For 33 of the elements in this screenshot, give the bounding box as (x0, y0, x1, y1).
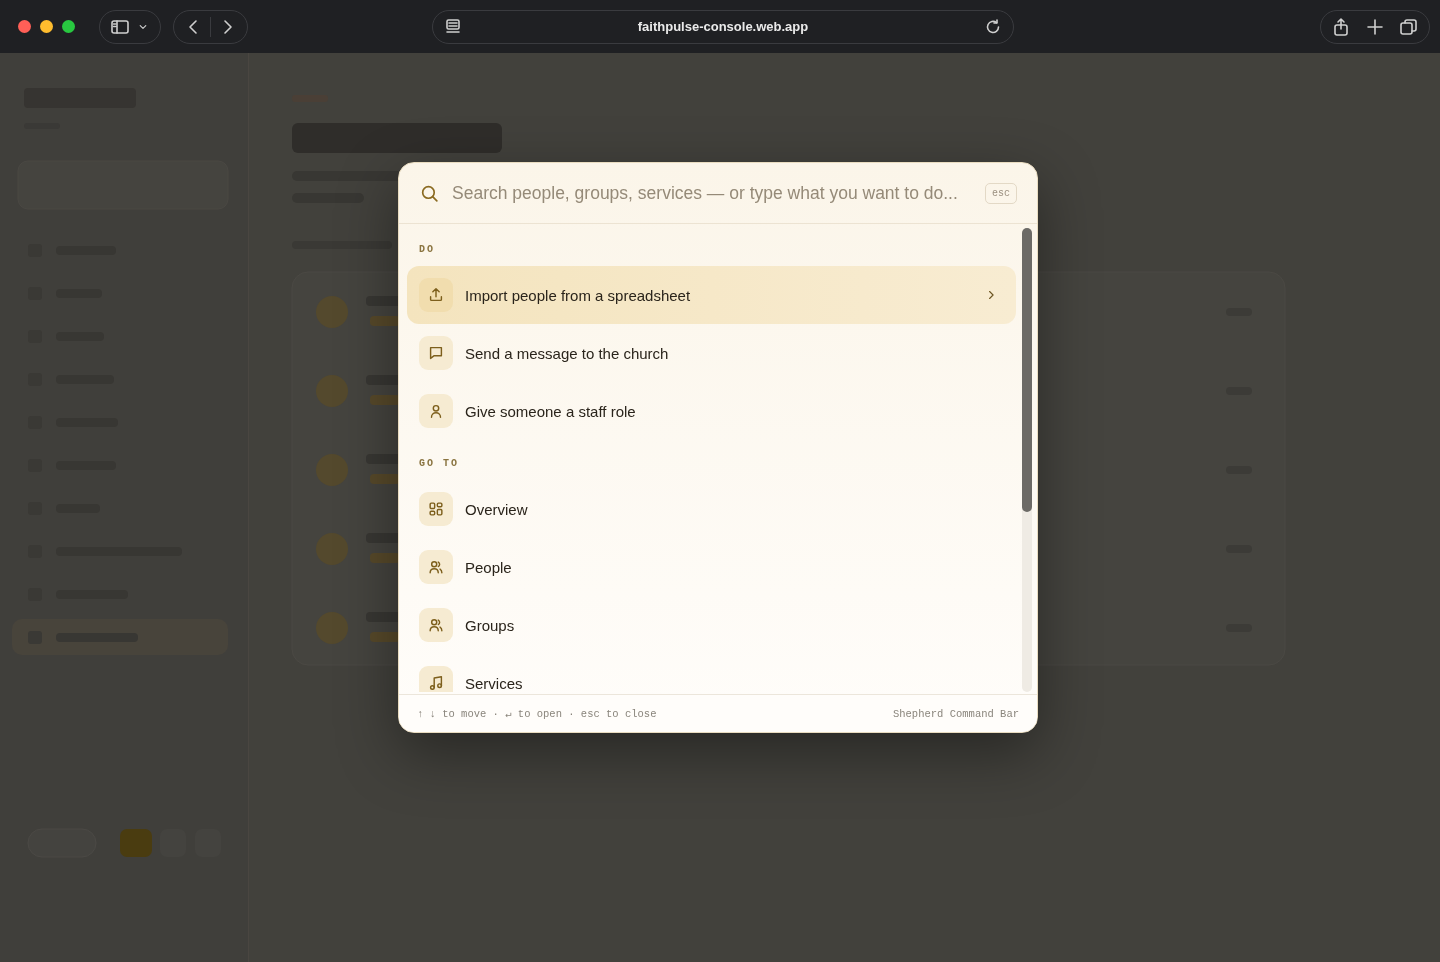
grid-icon (427, 500, 445, 518)
command-item[interactable]: Groups (407, 596, 1016, 654)
url-text: faithpulse-console.web.app (637, 19, 809, 34)
scrollbar-thumb[interactable] (1022, 228, 1032, 512)
people-icon (427, 558, 445, 576)
tabs-icon[interactable] (1399, 16, 1419, 37)
command-item[interactable]: Overview (407, 480, 1016, 538)
command-item[interactable]: Import people from a spreadsheet (407, 266, 1016, 324)
command-label: Overview (465, 500, 529, 518)
section-label: DO (418, 244, 436, 257)
command-item[interactable]: People (407, 538, 1016, 596)
plus-icon[interactable] (1365, 16, 1385, 37)
command-item[interactable]: Give someone a staff role (407, 382, 1016, 440)
command-label: People (465, 558, 513, 576)
music-note-icon (427, 674, 445, 692)
command-item[interactable]: Send a message to the church (407, 324, 1016, 382)
share-icon[interactable] (1331, 16, 1351, 37)
command-label: Import people from a spreadsheet (465, 286, 692, 304)
window-control[interactable] (62, 20, 75, 33)
esc-key: esc (985, 182, 1017, 204)
section-label: GO TO (418, 458, 460, 471)
command-label: Send a message to the church (465, 344, 670, 362)
upload-icon (427, 286, 445, 304)
keyboard-hint: ↑ ↓ to move · ↵ to open · esc to close (417, 707, 657, 720)
command-label: Services (465, 674, 524, 692)
command-label: Give someone a staff role (465, 402, 637, 420)
brand-label: Shepherd Command Bar (892, 707, 1019, 720)
command-label: Groups (465, 616, 516, 634)
window-control[interactable] (40, 20, 53, 33)
window-control[interactable] (18, 20, 31, 33)
speech-bubble-icon (427, 344, 445, 362)
people-icon (427, 616, 445, 634)
search-field[interactable]: Search people, groups, services — or type what you want to do... (452, 182, 973, 204)
